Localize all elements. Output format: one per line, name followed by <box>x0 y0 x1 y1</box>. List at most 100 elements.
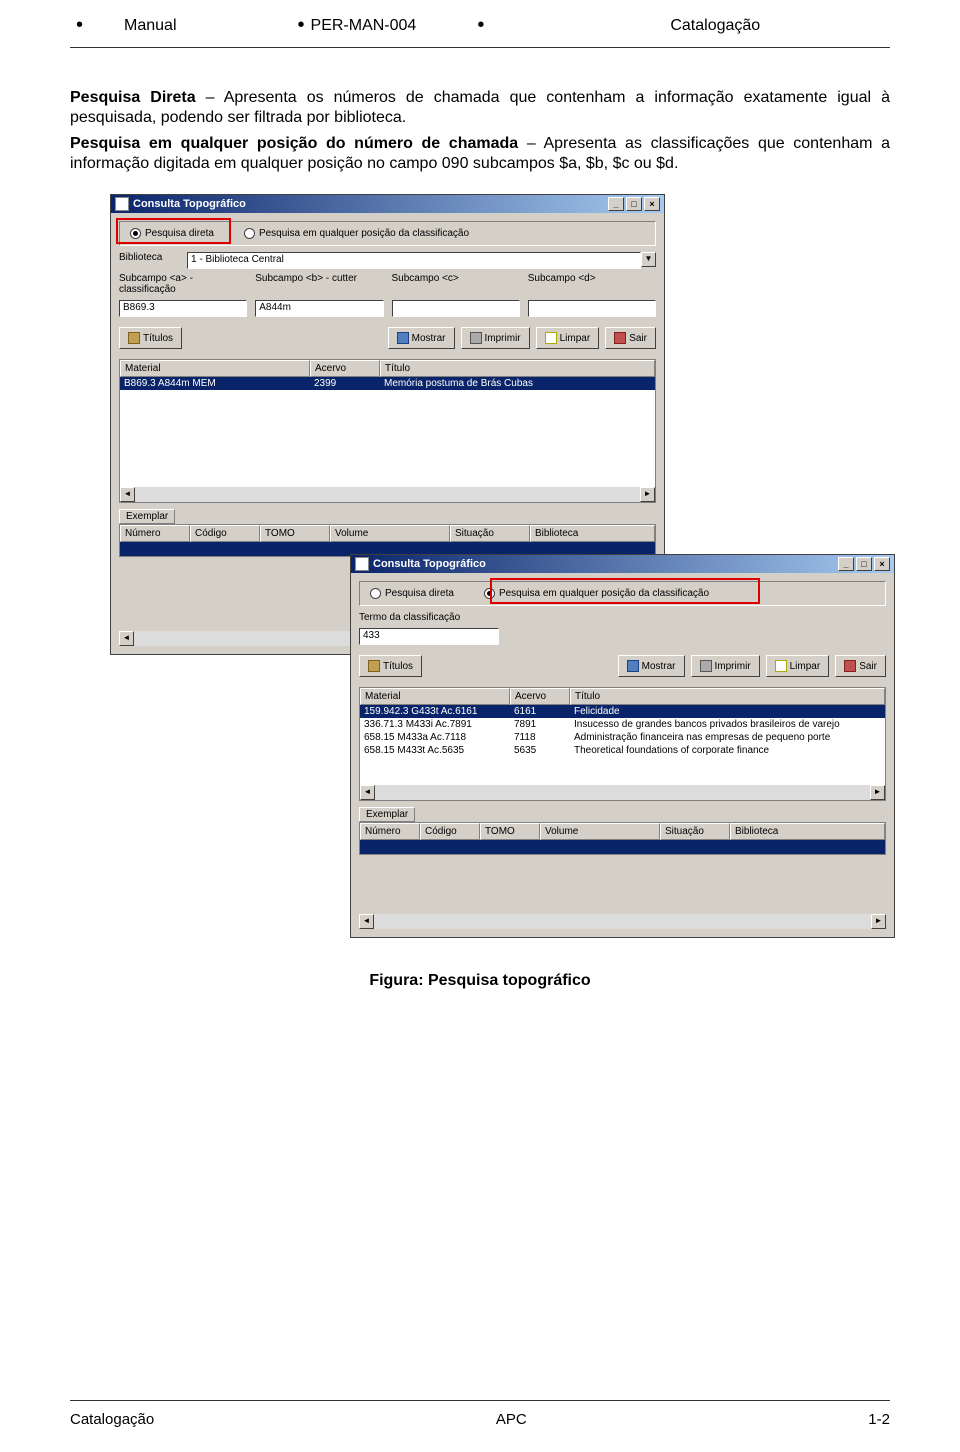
page-header: • Manual • PER-MAN-004 • Catalogação <box>70 0 890 48</box>
book-icon <box>128 332 140 344</box>
bullet-icon: • <box>70 14 89 37</box>
titulos-button[interactable]: Títulos <box>119 327 182 349</box>
table-row[interactable]: 159.942.3 G433t Ac.6161 6161 Felicidade <box>360 705 885 718</box>
col-biblioteca[interactable]: Biblioteca <box>530 525 655 542</box>
table-row[interactable]: 336.71.3 M433i Ac.7891 7891 Insucesso de… <box>360 718 885 731</box>
termo-input[interactable]: 433 <box>359 628 499 645</box>
subc-input[interactable] <box>392 300 520 317</box>
col-tomo[interactable]: TOMO <box>480 823 540 840</box>
titlebar[interactable]: Consulta Topográfico _ □ × <box>351 555 894 573</box>
results-grid[interactable]: Material Acervo Título B869.3 A844m MEM … <box>119 359 656 503</box>
col-situacao[interactable]: Situação <box>660 823 730 840</box>
col-acervo[interactable]: Acervo <box>510 688 570 705</box>
scroll-left-icon[interactable]: ◄ <box>119 631 134 646</box>
biblioteca-label: Biblioteca <box>119 252 179 263</box>
figure-caption: Figura: Pesquisa topográfico <box>70 972 890 990</box>
suba-input[interactable]: B869.3 <box>119 300 247 317</box>
header-col2: PER-MAN-004 <box>311 17 472 35</box>
new-icon <box>545 332 557 344</box>
window-title: Consulta Topográfico <box>373 558 486 570</box>
eye-icon <box>627 660 639 672</box>
close-button[interactable]: × <box>644 197 660 211</box>
exemplar-grid[interactable]: Número Código TOMO Volume Situação Bibli… <box>119 524 656 557</box>
table-row[interactable]: B869.3 A844m MEM 2399 Memória postuma de… <box>120 377 655 390</box>
limpar-button[interactable]: Limpar <box>766 655 830 677</box>
imprimir-button[interactable]: Imprimir <box>691 655 760 677</box>
mostrar-button[interactable]: Mostrar <box>388 327 455 349</box>
footer-center: APC <box>496 1411 527 1428</box>
subb-label: Subcampo <b> - cutter <box>255 273 383 284</box>
page-footer: Catalogação APC 1-2 <box>70 1400 890 1452</box>
scrollbar-h[interactable]: ◄ ► <box>360 785 885 800</box>
col-numero[interactable]: Número <box>360 823 420 840</box>
window-title: Consulta Topográfico <box>133 198 246 210</box>
subd-input[interactable] <box>528 300 656 317</box>
exemplar-label: Exemplar <box>359 807 415 822</box>
col-volume[interactable]: Volume <box>540 823 660 840</box>
minimize-button[interactable]: _ <box>608 197 624 211</box>
table-row[interactable]: 658.15 M433t Ac.5635 5635 Theoretical fo… <box>360 744 885 757</box>
minimize-button[interactable]: _ <box>838 557 854 571</box>
paragraph-2: Pesquisa em qualquer posição do número d… <box>70 134 890 174</box>
col-numero[interactable]: Número <box>120 525 190 542</box>
radio-icon <box>370 588 381 599</box>
titulos-button[interactable]: Títulos <box>359 655 422 677</box>
paragraph-1: Pesquisa Direta – Apresenta os números d… <box>70 88 890 128</box>
col-material[interactable]: Material <box>120 360 310 377</box>
col-biblioteca[interactable]: Biblioteca <box>730 823 885 840</box>
header-col3: Catalogação <box>490 17 760 35</box>
col-titulo[interactable]: Título <box>380 360 655 377</box>
scrollbar-h[interactable]: ◄ ► <box>120 487 655 502</box>
scroll-left-icon[interactable]: ◄ <box>359 914 374 929</box>
limpar-button[interactable]: Limpar <box>536 327 600 349</box>
print-icon <box>700 660 712 672</box>
table-row[interactable]: 658.15 M433a Ac.7118 7118 Administração … <box>360 731 885 744</box>
scrollbar-h[interactable]: ◄ ► <box>359 914 886 929</box>
scroll-right-icon[interactable]: ► <box>870 785 885 800</box>
scroll-left-icon[interactable]: ◄ <box>120 487 135 502</box>
subc-label: Subcampo <c> <box>392 273 520 284</box>
scroll-right-icon[interactable]: ► <box>640 487 655 502</box>
window-consulta-2: Consulta Topográfico _ □ × Pesquisa dire… <box>350 554 895 938</box>
radio-pesquisa-direta[interactable]: Pesquisa direta <box>370 588 454 599</box>
scroll-left-icon[interactable]: ◄ <box>360 785 375 800</box>
dropdown-icon[interactable]: ▼ <box>641 252 656 267</box>
footer-left: Catalogação <box>70 1411 154 1428</box>
exit-icon <box>614 332 626 344</box>
col-titulo[interactable]: Título <box>570 688 885 705</box>
biblioteca-select[interactable]: 1 - Biblioteca Central <box>187 252 641 269</box>
titlebar[interactable]: Consulta Topográfico _ □ × <box>111 195 664 213</box>
radio-pesquisa-qualquer[interactable]: Pesquisa em qualquer posição da classifi… <box>244 228 469 239</box>
subb-input[interactable]: A844m <box>255 300 383 317</box>
book-icon <box>368 660 380 672</box>
bullet-icon: • <box>292 14 311 37</box>
app-icon <box>115 197 129 211</box>
col-acervo[interactable]: Acervo <box>310 360 380 377</box>
bullet-icon: • <box>471 14 490 37</box>
print-icon <box>470 332 482 344</box>
col-codigo[interactable]: Código <box>190 525 260 542</box>
maximize-button[interactable]: □ <box>626 197 642 211</box>
highlight-box <box>490 578 760 604</box>
col-volume[interactable]: Volume <box>330 525 450 542</box>
exemplar-grid[interactable]: Número Código TOMO Volume Situação Bibli… <box>359 822 886 855</box>
table-row[interactable] <box>360 840 885 854</box>
imprimir-button[interactable]: Imprimir <box>461 327 530 349</box>
radio-icon <box>244 228 255 239</box>
col-situacao[interactable]: Situação <box>450 525 530 542</box>
col-codigo[interactable]: Código <box>420 823 480 840</box>
app-icon <box>355 557 369 571</box>
results-grid[interactable]: Material Acervo Título 159.942.3 G433t A… <box>359 687 886 801</box>
col-tomo[interactable]: TOMO <box>260 525 330 542</box>
close-button[interactable]: × <box>874 557 890 571</box>
col-material[interactable]: Material <box>360 688 510 705</box>
sair-button[interactable]: Sair <box>605 327 656 349</box>
mostrar-button[interactable]: Mostrar <box>618 655 685 677</box>
maximize-button[interactable]: □ <box>856 557 872 571</box>
exit-icon <box>844 660 856 672</box>
sair-button[interactable]: Sair <box>835 655 886 677</box>
highlight-box <box>116 218 231 244</box>
new-icon <box>775 660 787 672</box>
para2-bold: Pesquisa em qualquer posição do número d… <box>70 135 518 152</box>
scroll-right-icon[interactable]: ► <box>871 914 886 929</box>
